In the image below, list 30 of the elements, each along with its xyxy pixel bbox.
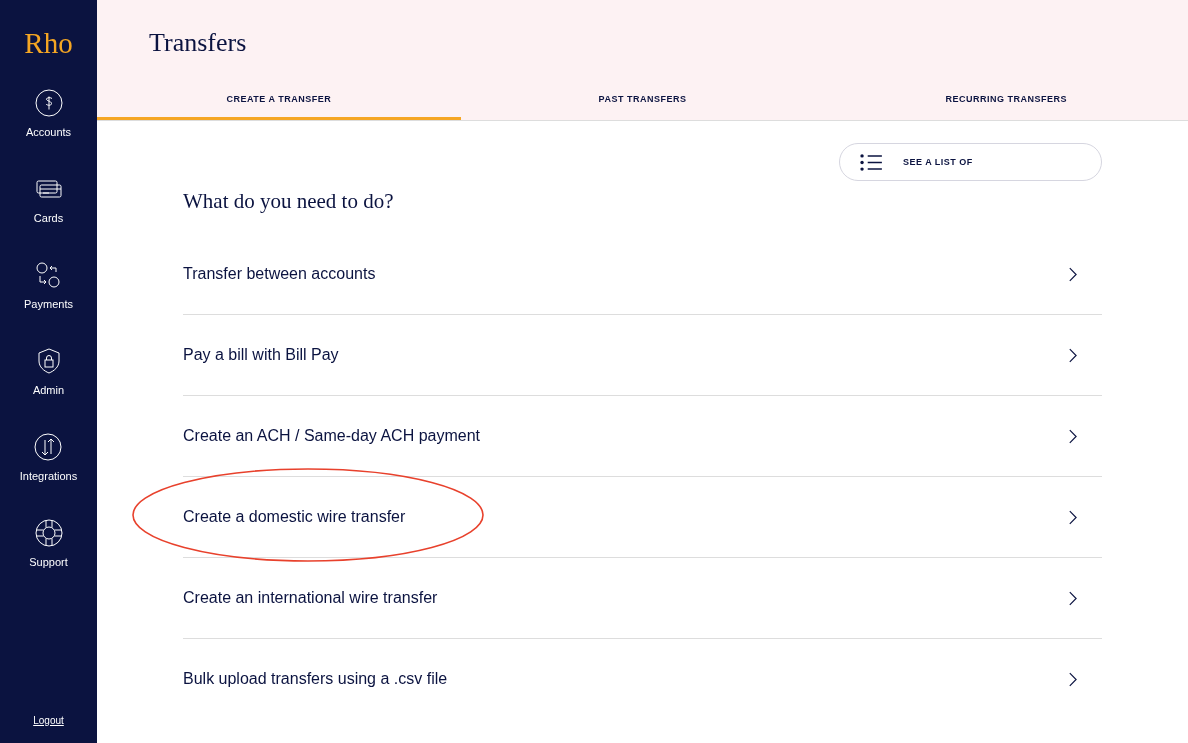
lifebuoy-icon: [33, 518, 64, 548]
page-title: Transfers: [149, 28, 248, 59]
tab[interactable]: RECURRING TRANSFERS: [824, 78, 1188, 120]
question-heading: What do you need to do?: [183, 189, 395, 214]
chevron-right-icon: [1068, 428, 1077, 444]
option-row[interactable]: Bulk upload transfers using a .csv file: [183, 639, 1102, 719]
nav-item[interactable]: Support: [29, 518, 68, 604]
option-row[interactable]: Create an international wire transfer: [183, 558, 1102, 639]
dollar-circle-icon: [33, 88, 64, 118]
see-list-button[interactable]: SEE A LIST OF: [839, 143, 1102, 181]
nav-item[interactable]: Cards: [33, 174, 64, 260]
nav-item[interactable]: Admin: [32, 346, 65, 432]
chevron-right-icon: [1068, 590, 1077, 606]
nav-item[interactable]: Payments: [24, 260, 73, 346]
tab[interactable]: PAST TRANSFERS: [460, 78, 825, 120]
option-row[interactable]: Create a domestic wire transfer: [183, 477, 1102, 558]
option-row[interactable]: Pay a bill with Bill Pay: [183, 315, 1102, 396]
option-row[interactable]: Transfer between accounts: [183, 234, 1102, 315]
tab[interactable]: CREATE A TRANSFER: [97, 78, 461, 120]
chevron-right-icon: [1068, 509, 1077, 525]
logo: Rho: [24, 27, 73, 60]
chevron-right-icon: [1068, 266, 1077, 282]
up-down-arrows-icon: [33, 432, 64, 462]
option-row[interactable]: Create an ACH / Same-day ACH payment: [183, 396, 1102, 477]
nav-item[interactable]: Accounts: [25, 88, 72, 174]
logout-link[interactable]: Logout: [33, 715, 64, 726]
chevron-right-icon: [1068, 347, 1077, 363]
nav-item[interactable]: Integrations: [19, 432, 78, 518]
list-icon: [860, 153, 883, 171]
chevron-right-icon: [1068, 671, 1077, 687]
